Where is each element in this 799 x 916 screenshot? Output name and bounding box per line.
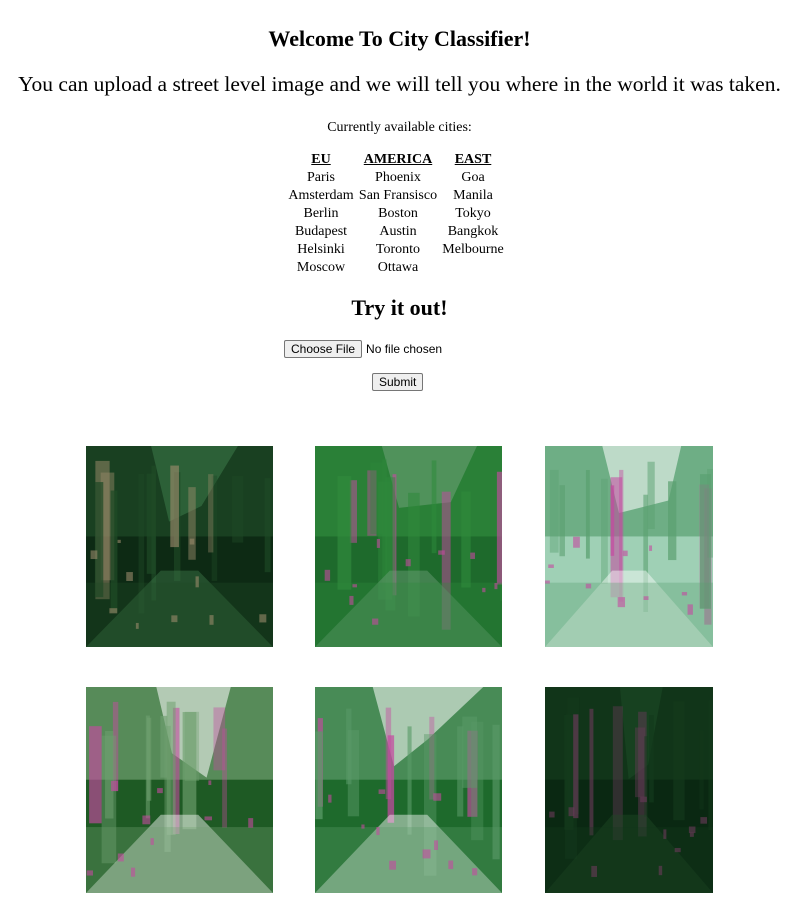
city-cell: Goa xyxy=(461,170,485,185)
city-cell: Tokyo xyxy=(455,206,491,221)
city-cell: Berlin xyxy=(303,206,339,221)
table-row: Helsinki Toronto Melbourne xyxy=(286,241,506,259)
page-subtitle: You can upload a street level image and … xyxy=(18,72,781,96)
generated-street-image-1 xyxy=(86,446,273,647)
file-input[interactable]: Choose File No file chosen xyxy=(284,340,442,358)
generated-street-image-2 xyxy=(315,446,502,647)
city-cell: Boston xyxy=(378,206,418,221)
city-cell xyxy=(440,259,506,277)
page-title: Welcome To City Classifier! xyxy=(268,26,531,51)
table-row: Amsterdam San Fransisco Manila xyxy=(286,187,506,205)
city-cell: Paris xyxy=(307,170,335,185)
city-cell: Melbourne xyxy=(442,242,504,257)
generated-street-image-4 xyxy=(86,687,273,893)
choose-file-button[interactable]: Choose File xyxy=(284,340,363,358)
generated-street-image-3 xyxy=(545,446,713,647)
submit-button[interactable]: Submit xyxy=(372,373,424,391)
table-row: Paris Phoenix Goa xyxy=(286,169,506,187)
table-row: Moscow Ottawa xyxy=(286,259,506,277)
generated-street-image-6 xyxy=(545,687,713,893)
city-cell: Ottawa xyxy=(377,260,419,275)
column-header-america: AMERICA xyxy=(363,152,433,167)
city-cell: Austin xyxy=(379,224,417,239)
generated-street-image-5 xyxy=(315,687,502,893)
column-header-east: EAST xyxy=(454,152,492,167)
city-cell: Helsinki xyxy=(297,242,345,257)
table-row: Budapest Austin Bangkok xyxy=(286,223,506,241)
city-cell: San Fransisco xyxy=(358,188,438,203)
column-header-eu: EU xyxy=(311,152,331,167)
city-cell: Manila xyxy=(453,188,493,203)
file-status-text: No file chosen xyxy=(366,342,443,356)
city-cell: Phoenix xyxy=(375,170,421,185)
city-cell: Toronto xyxy=(375,242,421,257)
city-cell: Bangkok xyxy=(447,224,499,239)
table-row: Berlin Boston Tokyo xyxy=(286,205,506,223)
city-cell: Amsterdam xyxy=(288,188,354,203)
try-it-heading: Try it out! xyxy=(351,295,448,320)
city-cell: Budapest xyxy=(294,224,348,239)
cities-table: EU AMERICA EAST Paris Phoenix Goa Amster… xyxy=(286,151,506,277)
cities-label: Currently available cities: xyxy=(327,120,472,135)
city-cell: Moscow xyxy=(296,260,346,275)
